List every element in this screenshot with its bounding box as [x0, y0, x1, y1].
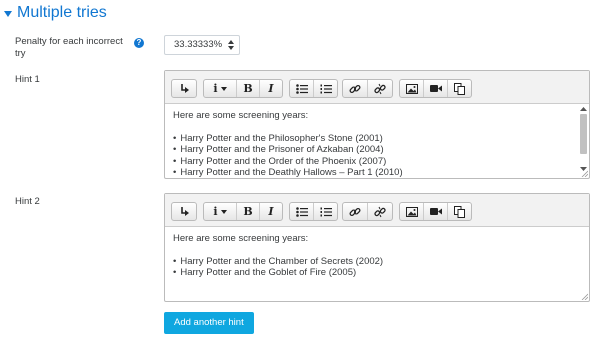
resize-handle-icon[interactable]: [581, 170, 588, 177]
penalty-select[interactable]: 33.33333%: [164, 35, 240, 55]
insert-image-button[interactable]: [400, 203, 424, 220]
unlink-button[interactable]: [368, 80, 392, 97]
hint-1-content[interactable]: Here are some screening years: Harry Pot…: [165, 104, 589, 178]
info-icon: i: [213, 82, 218, 95]
link-button[interactable]: [343, 203, 368, 220]
list-item: Harry Potter and the Philosopher's Stone…: [173, 133, 581, 145]
collapse-toolbar-button[interactable]: [172, 203, 196, 220]
unlink-icon: [374, 83, 386, 94]
numbered-list-icon: [320, 207, 332, 216]
unlink-button[interactable]: [368, 203, 392, 220]
dropdown-caret-icon: [220, 209, 227, 214]
scrollbar-thumb[interactable]: [580, 114, 587, 154]
section-title: Multiple tries: [17, 4, 107, 21]
bullet-list-icon: [295, 83, 308, 94]
add-another-hint-button[interactable]: Add another hint: [164, 312, 254, 334]
hint-1-intro: Here are some screening years:: [173, 110, 309, 121]
collapse-toolbar-button[interactable]: [172, 80, 196, 97]
hint-2-editor: i B I Here are some screening years: • H…: [164, 193, 590, 302]
image-icon: [405, 206, 418, 217]
paragraph-styles-button[interactable]: i: [204, 80, 237, 97]
paragraph-styles-button[interactable]: i: [204, 203, 237, 220]
editor-toolbar: i B I: [165, 71, 589, 104]
hint-2-intro: Here are some screening years:: [173, 233, 309, 244]
insert-image-button[interactable]: [400, 80, 424, 97]
italic-button[interactable]: I: [260, 80, 282, 97]
bold-button[interactable]: B: [237, 80, 260, 97]
collapse-arrow-icon: [180, 83, 189, 93]
numbered-list-icon: [320, 84, 332, 93]
section-header-multiple-tries[interactable]: Multiple tries: [4, 4, 107, 22]
list-item: Harry Potter and the Chamber of Secrets …: [173, 256, 581, 268]
ordered-list-button[interactable]: [314, 203, 337, 220]
insert-media-button[interactable]: [424, 80, 448, 97]
hint-1-list: Harry Potter and the Philosopher's Stone…: [173, 133, 581, 179]
unordered-list-button[interactable]: [290, 80, 314, 97]
updown-arrow-icon: [228, 40, 234, 50]
insert-media-button[interactable]: [424, 203, 448, 220]
italic-button[interactable]: I: [260, 203, 282, 220]
dropdown-caret-icon: [220, 86, 227, 91]
hint-2-content[interactable]: Here are some screening years: Harry Pot…: [165, 227, 589, 301]
hint-1-label: Hint 1: [15, 74, 40, 85]
list-item: Harry Potter and the Goblet of Fire (200…: [173, 267, 581, 279]
penalty-label: Penalty for each incorrect try: [15, 36, 123, 59]
caret-down-icon: [4, 10, 12, 17]
list-item: Harry Potter and the Deathly Hallows – P…: [173, 167, 581, 178]
link-icon: [349, 207, 361, 216]
video-camera-icon: [429, 85, 442, 92]
image-icon: [405, 83, 418, 94]
collapse-arrow-icon: [180, 206, 189, 216]
editor-scrollbar[interactable]: [580, 106, 587, 172]
manage-files-button[interactable]: [448, 80, 471, 97]
resize-handle-icon[interactable]: [581, 293, 588, 300]
bullet-list-icon: [295, 206, 308, 217]
video-camera-icon: [429, 208, 442, 215]
list-item: Harry Potter and the Prisoner of Azkaban…: [173, 144, 581, 156]
files-icon: [454, 205, 465, 218]
help-icon[interactable]: ?: [134, 38, 144, 48]
hint-1-editor: i B I Here are some screening years: • H…: [164, 70, 590, 179]
list-item: Harry Potter and the Order of the Phoeni…: [173, 156, 581, 168]
bold-button[interactable]: B: [237, 203, 260, 220]
hint-2-list: Harry Potter and the Chamber of Secrets …: [173, 256, 581, 279]
editor-toolbar: i B I: [165, 194, 589, 227]
info-icon: i: [213, 205, 218, 218]
penalty-select-value: 33.33333%: [174, 39, 223, 50]
link-icon: [349, 84, 361, 93]
unordered-list-button[interactable]: [290, 203, 314, 220]
scroll-up-arrow-icon[interactable]: [580, 106, 587, 112]
manage-files-button[interactable]: [448, 203, 471, 220]
ordered-list-button[interactable]: [314, 80, 337, 97]
files-icon: [454, 82, 465, 95]
link-button[interactable]: [343, 80, 368, 97]
unlink-icon: [374, 206, 386, 217]
hint-2-label: Hint 2: [15, 196, 40, 207]
